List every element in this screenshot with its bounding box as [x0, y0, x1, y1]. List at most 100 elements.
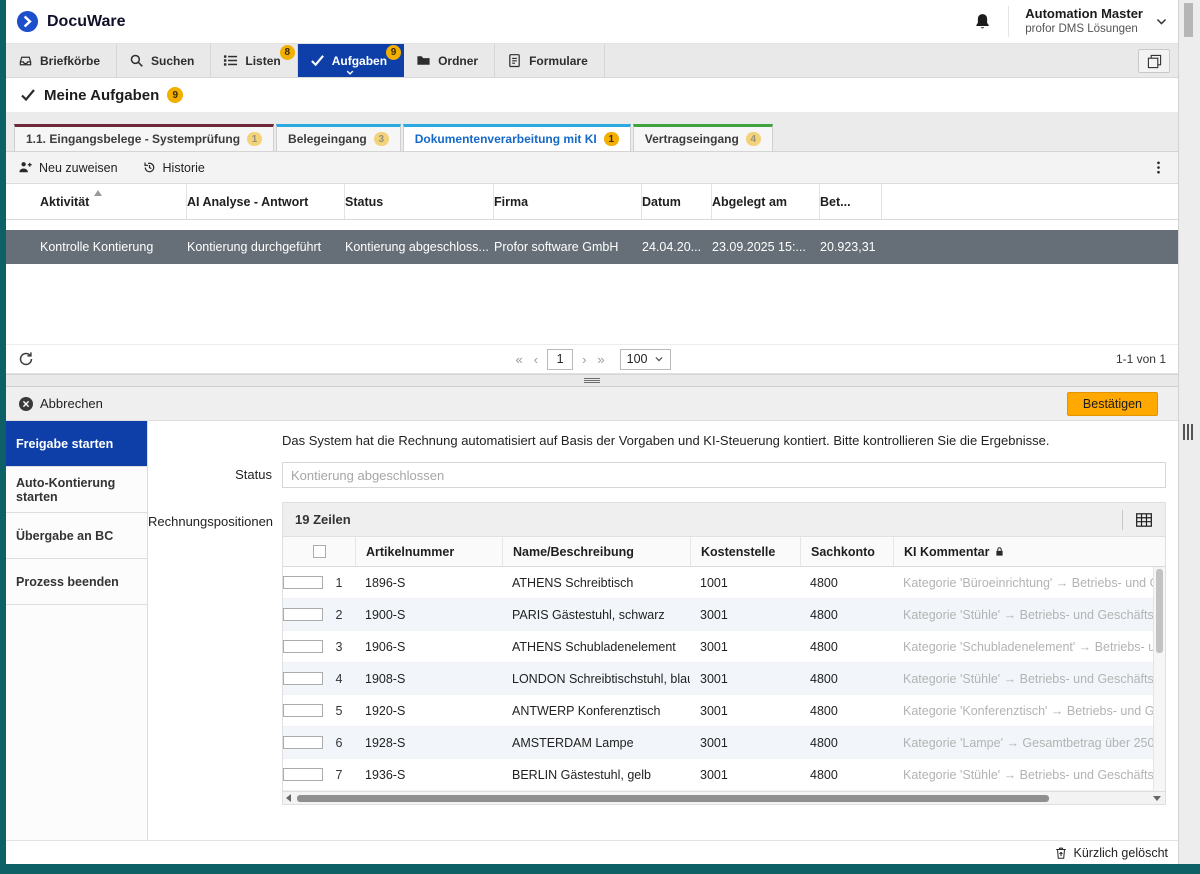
vertical-scroll-thumb[interactable] [1156, 569, 1163, 653]
column-header-aktivitaet[interactable]: Aktivität [40, 184, 187, 219]
positions-column-sachkonto[interactable]: Sachkonto [800, 537, 893, 566]
positions-column-name-beschreibung[interactable]: Name/Beschreibung [502, 537, 690, 566]
page-size-select[interactable]: 100 [620, 349, 671, 370]
nav-spacer [605, 44, 1138, 77]
next-page-button[interactable]: › [580, 352, 588, 367]
task-row[interactable]: Kontrolle KontierungKontierung durchgefü… [6, 230, 1178, 264]
horizontal-scroll-thumb[interactable] [297, 795, 1049, 802]
recently-deleted-button[interactable]: Kürzlich gelöscht [1054, 846, 1169, 860]
task-tab-dokumentenverarbeitung-ki[interactable]: Dokumentenverarbeitung mit KI1 [403, 124, 631, 151]
position-row-5[interactable]: 51920-SANTWERP Konferenztisch30014800Kat… [283, 695, 1153, 727]
decision-auto-kontierung-starten[interactable]: Auto-Kontierung starten [6, 467, 147, 513]
cell-ki: Kategorie 'Büroeinrichtung' → Betriebs- … [893, 576, 1153, 590]
notifications-bell-icon[interactable] [973, 12, 992, 31]
user-name: Automation Master [1025, 6, 1143, 22]
cell-art: 1936-S [355, 768, 502, 782]
column-label: Status [345, 195, 383, 209]
position-row-7[interactable]: 71936-SBERLIN Gästestuhl, gelb30014800Ka… [283, 759, 1153, 791]
chevron-down-icon [346, 68, 355, 77]
vertical-splitter-grip[interactable] [1183, 424, 1193, 440]
check-icon [20, 87, 36, 103]
user-info: Automation Master profor DMS Lösungen [1025, 6, 1143, 36]
horizontal-scrollbar[interactable] [295, 794, 1149, 803]
detail-body: Freigabe startenAuto-Kontierung startenÜ… [6, 421, 1178, 840]
main-area: DocuWare Automation Master profor DMS Lö… [6, 0, 1178, 864]
cell-sk: 4800 [800, 736, 893, 750]
nav-label: Formulare [529, 54, 588, 68]
column-header-bet[interactable]: Bet... [820, 184, 882, 219]
bottom-edge-border [0, 864, 1200, 874]
cell-name: PARIS Gästestuhl, schwarz [502, 608, 690, 622]
decision-prozess-beenden[interactable]: Prozess beenden [6, 559, 147, 605]
vertical-scrollbar[interactable] [1153, 567, 1165, 791]
count-badge: 3 [374, 132, 389, 146]
positions-column-artikelnummer[interactable]: Artikelnummer [355, 537, 502, 566]
position-row-2[interactable]: 21900-SPARIS Gästestuhl, schwarz30014800… [283, 599, 1153, 631]
viewer-panel-button[interactable] [1138, 49, 1170, 73]
count-badge: 1 [604, 132, 619, 146]
cell-nr: 7 [323, 768, 355, 782]
cell-nr: 1 [323, 576, 355, 590]
reassign-button[interactable]: Neu zuweisen [18, 160, 118, 175]
prev-page-button[interactable]: ‹ [532, 352, 540, 367]
cell-ki: Kategorie 'Stühle' → Betriebs- und Gesch… [893, 672, 1153, 686]
column-header-status[interactable]: Status [345, 184, 494, 219]
nav-tab-formulare[interactable]: Formulare [495, 44, 605, 77]
cell-ki: Kategorie 'Lampe' → Gesamtbetrag über 25… [893, 736, 1153, 750]
nav-tab-ordner[interactable]: Ordner [404, 44, 495, 77]
positions-column-kostenstelle[interactable]: Kostenstelle [690, 537, 800, 566]
cell-cb [283, 672, 323, 685]
decision-uebergabe-an-bc[interactable]: Übergabe an BC [6, 513, 147, 559]
position-row-1[interactable]: 11896-SATHENS Schreibtisch10014800Katego… [283, 567, 1153, 599]
first-page-button[interactable]: « [513, 352, 524, 367]
last-page-button[interactable]: » [595, 352, 606, 367]
column-label: Name/Beschreibung [513, 545, 634, 559]
position-row-6[interactable]: 61928-SAMSTERDAM Lampe30014800Kategorie … [283, 727, 1153, 759]
brand-name: DocuWare [47, 13, 126, 31]
scrollbar-thumb[interactable] [1184, 3, 1193, 37]
nav-tab-suchen[interactable]: Suchen [117, 44, 211, 77]
cancel-button[interactable]: Abbrechen [18, 396, 103, 412]
position-row-4[interactable]: 41908-SLONDON Schreibtischstuhl, blau300… [283, 663, 1153, 695]
column-header-firma[interactable]: Firma [494, 184, 642, 219]
cell-sk: 4800 [800, 704, 893, 718]
cell-nr: 6 [323, 736, 355, 750]
positions-rows-area: 11896-SATHENS Schreibtisch10014800Katego… [283, 567, 1165, 791]
positions-column-ki-kommentar[interactable]: KI Kommentar [893, 537, 1165, 566]
confirm-button[interactable]: Bestätigen [1067, 392, 1158, 416]
position-row-3[interactable]: 31906-SATHENS Schubladenelement30014800K… [283, 631, 1153, 663]
column-header-abgelegt-am[interactable]: Abgelegt am [712, 184, 820, 219]
count-badge: 9 [386, 45, 401, 60]
task-tab-vertragseingang[interactable]: Vertragseingang4 [633, 124, 773, 151]
positions-column-headers: Artikelnummer Name/Beschreibung Kostenstel… [283, 537, 1165, 567]
status-input[interactable] [282, 462, 1166, 488]
history-button[interactable]: Historie [142, 160, 205, 175]
cell-nr: 2 [323, 608, 355, 622]
task-tab-belegeingang[interactable]: Belegeingang3 [276, 124, 401, 151]
sort-asc-icon [94, 190, 102, 196]
scroll-down-arrow-icon[interactable] [1153, 796, 1161, 801]
status-field-label: Status [148, 462, 282, 488]
table-grid-icon[interactable] [1135, 511, 1153, 529]
column-header-datum[interactable]: Datum [642, 184, 712, 219]
decision-freigabe-starten[interactable]: Freigabe starten [6, 421, 147, 467]
column-header-ai-analyse-antwort[interactable]: AI Analyse - Antwort [187, 184, 345, 219]
task-tab-systempruefung[interactable]: 1.1. Eingangsbelege - Systemprüfung1 [14, 124, 274, 151]
info-row: Das System hat die Rechnung automatisier… [148, 431, 1166, 448]
brand[interactable]: DocuWare [16, 10, 126, 33]
window-scrollbar-rail[interactable] [1178, 0, 1200, 864]
nav-tab-listen[interactable]: Listen8 [211, 44, 297, 77]
top-bar: DocuWare Automation Master profor DMS Lö… [6, 0, 1178, 44]
cell-ks: 3001 [690, 672, 800, 686]
task-tab-label: Vertragseingang [645, 132, 739, 146]
nav-tab-aufgaben[interactable]: Aufgaben9 [298, 44, 404, 77]
current-page-input[interactable]: 1 [547, 349, 573, 370]
scroll-left-arrow-icon[interactable] [286, 794, 291, 802]
user-menu[interactable]: Automation Master profor DMS Lösungen [1008, 6, 1168, 36]
task-detail-panel: Abbrechen Bestätigen Freigabe startenAut… [6, 387, 1178, 840]
nav-label: Suchen [151, 54, 194, 68]
more-options-button[interactable] [1151, 160, 1166, 175]
horizontal-splitter[interactable] [6, 374, 1178, 387]
nav-tab-briefkoerbe[interactable]: Briefkörbe [6, 44, 117, 77]
select-all-checkbox[interactable] [313, 545, 326, 558]
